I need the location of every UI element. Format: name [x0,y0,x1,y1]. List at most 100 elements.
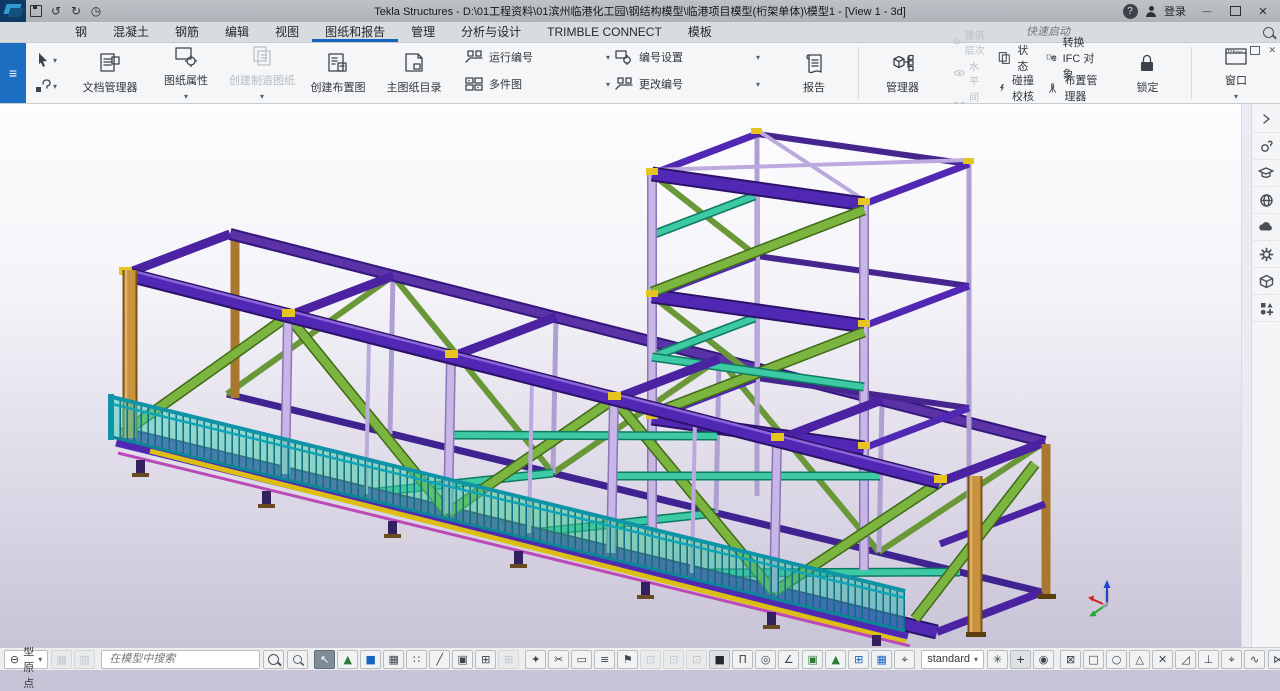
expand-panel-icon[interactable] [1253,106,1279,133]
view-minimize-button[interactable] [1233,46,1242,56]
component-c-icon[interactable]: ⊡ [686,650,707,669]
model-3d-view[interactable] [0,104,1251,647]
select-points-icon[interactable]: ∷ [406,650,427,669]
tekla-online-icon[interactable] [1253,187,1279,214]
component-a-icon[interactable]: ⊡ [640,650,661,669]
status-button[interactable]: 状态 [997,45,1034,71]
menu-tab-drawings-reports[interactable]: 图纸和报告 [312,22,398,42]
menu-tab-rebar[interactable]: 钢筋 [162,22,212,42]
create-fabrication-drawing-button[interactable]: 创建制造图纸 [224,44,300,102]
model-search-window-button[interactable] [287,650,308,669]
tekla-campus-icon[interactable] [1253,160,1279,187]
help-search-icon[interactable] [1253,133,1279,160]
assembly-drawing-button[interactable]: 多件图 [464,71,614,97]
select-components-icon[interactable]: ▣ [452,650,473,669]
model-objects-icon[interactable] [1253,268,1279,295]
snap-visible-icon[interactable]: ◉ [1033,650,1054,669]
menu-tab-view[interactable]: 视图 [262,22,312,42]
snap-center-icon[interactable]: ○ [1106,650,1127,669]
inquire-tool-button[interactable] [35,78,57,94]
component-b-icon[interactable]: ⊡ [663,650,684,669]
snap-midpoint-icon[interactable]: △ [1129,650,1150,669]
change-numbering-button[interactable]: 更改编号 [614,71,764,97]
model-origin-dropdown[interactable]: ⊖ 模型原点 [4,650,48,669]
select-grid-planes-icon[interactable]: ⊞ [498,650,519,669]
minimize-button[interactable] [1194,2,1220,20]
solid-icon[interactable]: ■ [709,650,730,669]
work-plane-a-icon[interactable]: ▦ [51,650,72,669]
fitting-icon[interactable]: ≡ [594,650,615,669]
select-parts-icon[interactable]: ▲ [337,650,358,669]
snap-any-icon[interactable]: ∿ [1244,650,1265,669]
select-cursor-icon[interactable]: ↖ [314,650,335,669]
angle-icon[interactable]: ∠ [778,650,799,669]
master-drawing-catalog-button[interactable]: 主图纸目录 [376,51,452,95]
history-icon[interactable] [86,2,106,20]
view-close-button[interactable] [1268,45,1276,56]
redo-icon[interactable] [66,2,86,20]
drawing-properties-button[interactable]: 图纸属性 [148,44,224,102]
menu-tab-edit[interactable]: 编辑 [212,22,262,42]
menu-tab-analysis-design[interactable]: 分析与设计 [448,22,534,42]
file-menu-button[interactable] [0,43,26,103]
snap-search-icon[interactable]: ⌖ [894,650,915,669]
snap-profile-dropdown[interactable]: standard [921,650,984,669]
menu-tab-template[interactable]: 模板 [675,22,725,42]
snap-nearest-icon[interactable]: ⌖ [1221,650,1242,669]
snap-free-icon[interactable]: ✳ [987,650,1008,669]
menu-tab-concrete[interactable]: 混凝土 [100,22,162,42]
rectangle-icon[interactable]: ▭ [571,650,592,669]
menu-tab-steel[interactable]: 钢 [62,22,100,42]
render-image-icon[interactable]: ▣ [802,650,823,669]
select-surfaces-icon[interactable]: ■ [360,650,381,669]
undo-icon[interactable] [46,2,66,20]
model-search-input[interactable] [107,652,254,666]
close-button[interactable] [1250,2,1276,20]
search-icon[interactable] [1263,27,1274,38]
snap-perpendicular-icon[interactable]: ◿ [1175,650,1196,669]
snap-end-icon[interactable]: □ [1083,650,1104,669]
view-restore-button[interactable] [1250,46,1260,55]
select-lines-icon[interactable]: ╱ [429,650,450,669]
snap-intersection-icon[interactable]: ✕ [1152,650,1173,669]
select-tool-button[interactable] [35,52,57,68]
convert-ifc-button[interactable]: 转换 IFC 对象 [1046,45,1097,71]
menu-tab-trimble-connect[interactable]: TRIMBLE CONNECT [534,22,675,42]
layout-manager-button[interactable]: 布置管理器 [1046,75,1097,101]
grid-view-a-icon[interactable]: ⊞ [848,650,869,669]
cut-icon[interactable]: ✂ [548,650,569,669]
run-numbering-button[interactable]: 运行编号 [464,44,614,70]
snap-points-icon[interactable]: ⊠ [1060,650,1081,669]
document-manager-button[interactable]: 文档管理器 [72,51,148,95]
menu-tab-manage[interactable]: 管理 [398,22,448,42]
profile-icon[interactable]: Π [732,650,753,669]
save-icon[interactable] [26,2,46,20]
login-button[interactable]: 登录 [1164,3,1186,19]
snap-origin-icon[interactable]: + [1010,650,1031,669]
applications-components-icon[interactable] [1253,295,1279,322]
model-search[interactable] [101,650,260,669]
numbering-settings-button[interactable]: 编号设置 [614,44,764,70]
viewport-scrollbar[interactable] [1241,104,1251,647]
report-button[interactable]: 报告 [776,51,852,95]
maximize-button[interactable] [1222,2,1248,20]
spray-icon[interactable]: ✦ [525,650,546,669]
render-parts-icon[interactable]: ▲ [825,650,846,669]
select-plates-icon[interactable]: ⊞ [475,650,496,669]
create-layout-drawing-button[interactable]: 创建布置图 [300,51,376,95]
view-eye-icon[interactable]: ◎ [755,650,776,669]
manager-button[interactable]: 管理器 [865,51,941,95]
help-icon[interactable] [1120,2,1140,20]
select-grid-icon[interactable]: ▦ [383,650,404,669]
model-search-button[interactable] [263,650,284,669]
quick-launch-input[interactable] [1024,25,1257,39]
lock-button[interactable]: 锁定 [1109,51,1185,95]
cloud-share-icon[interactable] [1253,214,1279,241]
model-canvas[interactable] [0,104,1251,647]
snap-extension-icon[interactable]: ⋈ [1268,650,1280,669]
snap-on-line-icon[interactable]: ⊥ [1198,650,1219,669]
clash-check-button[interactable]: 碰撞校核 [997,75,1034,101]
user-icon[interactable] [1142,2,1162,20]
settings-icon[interactable] [1253,241,1279,268]
flag-icon[interactable]: ⚑ [617,650,638,669]
